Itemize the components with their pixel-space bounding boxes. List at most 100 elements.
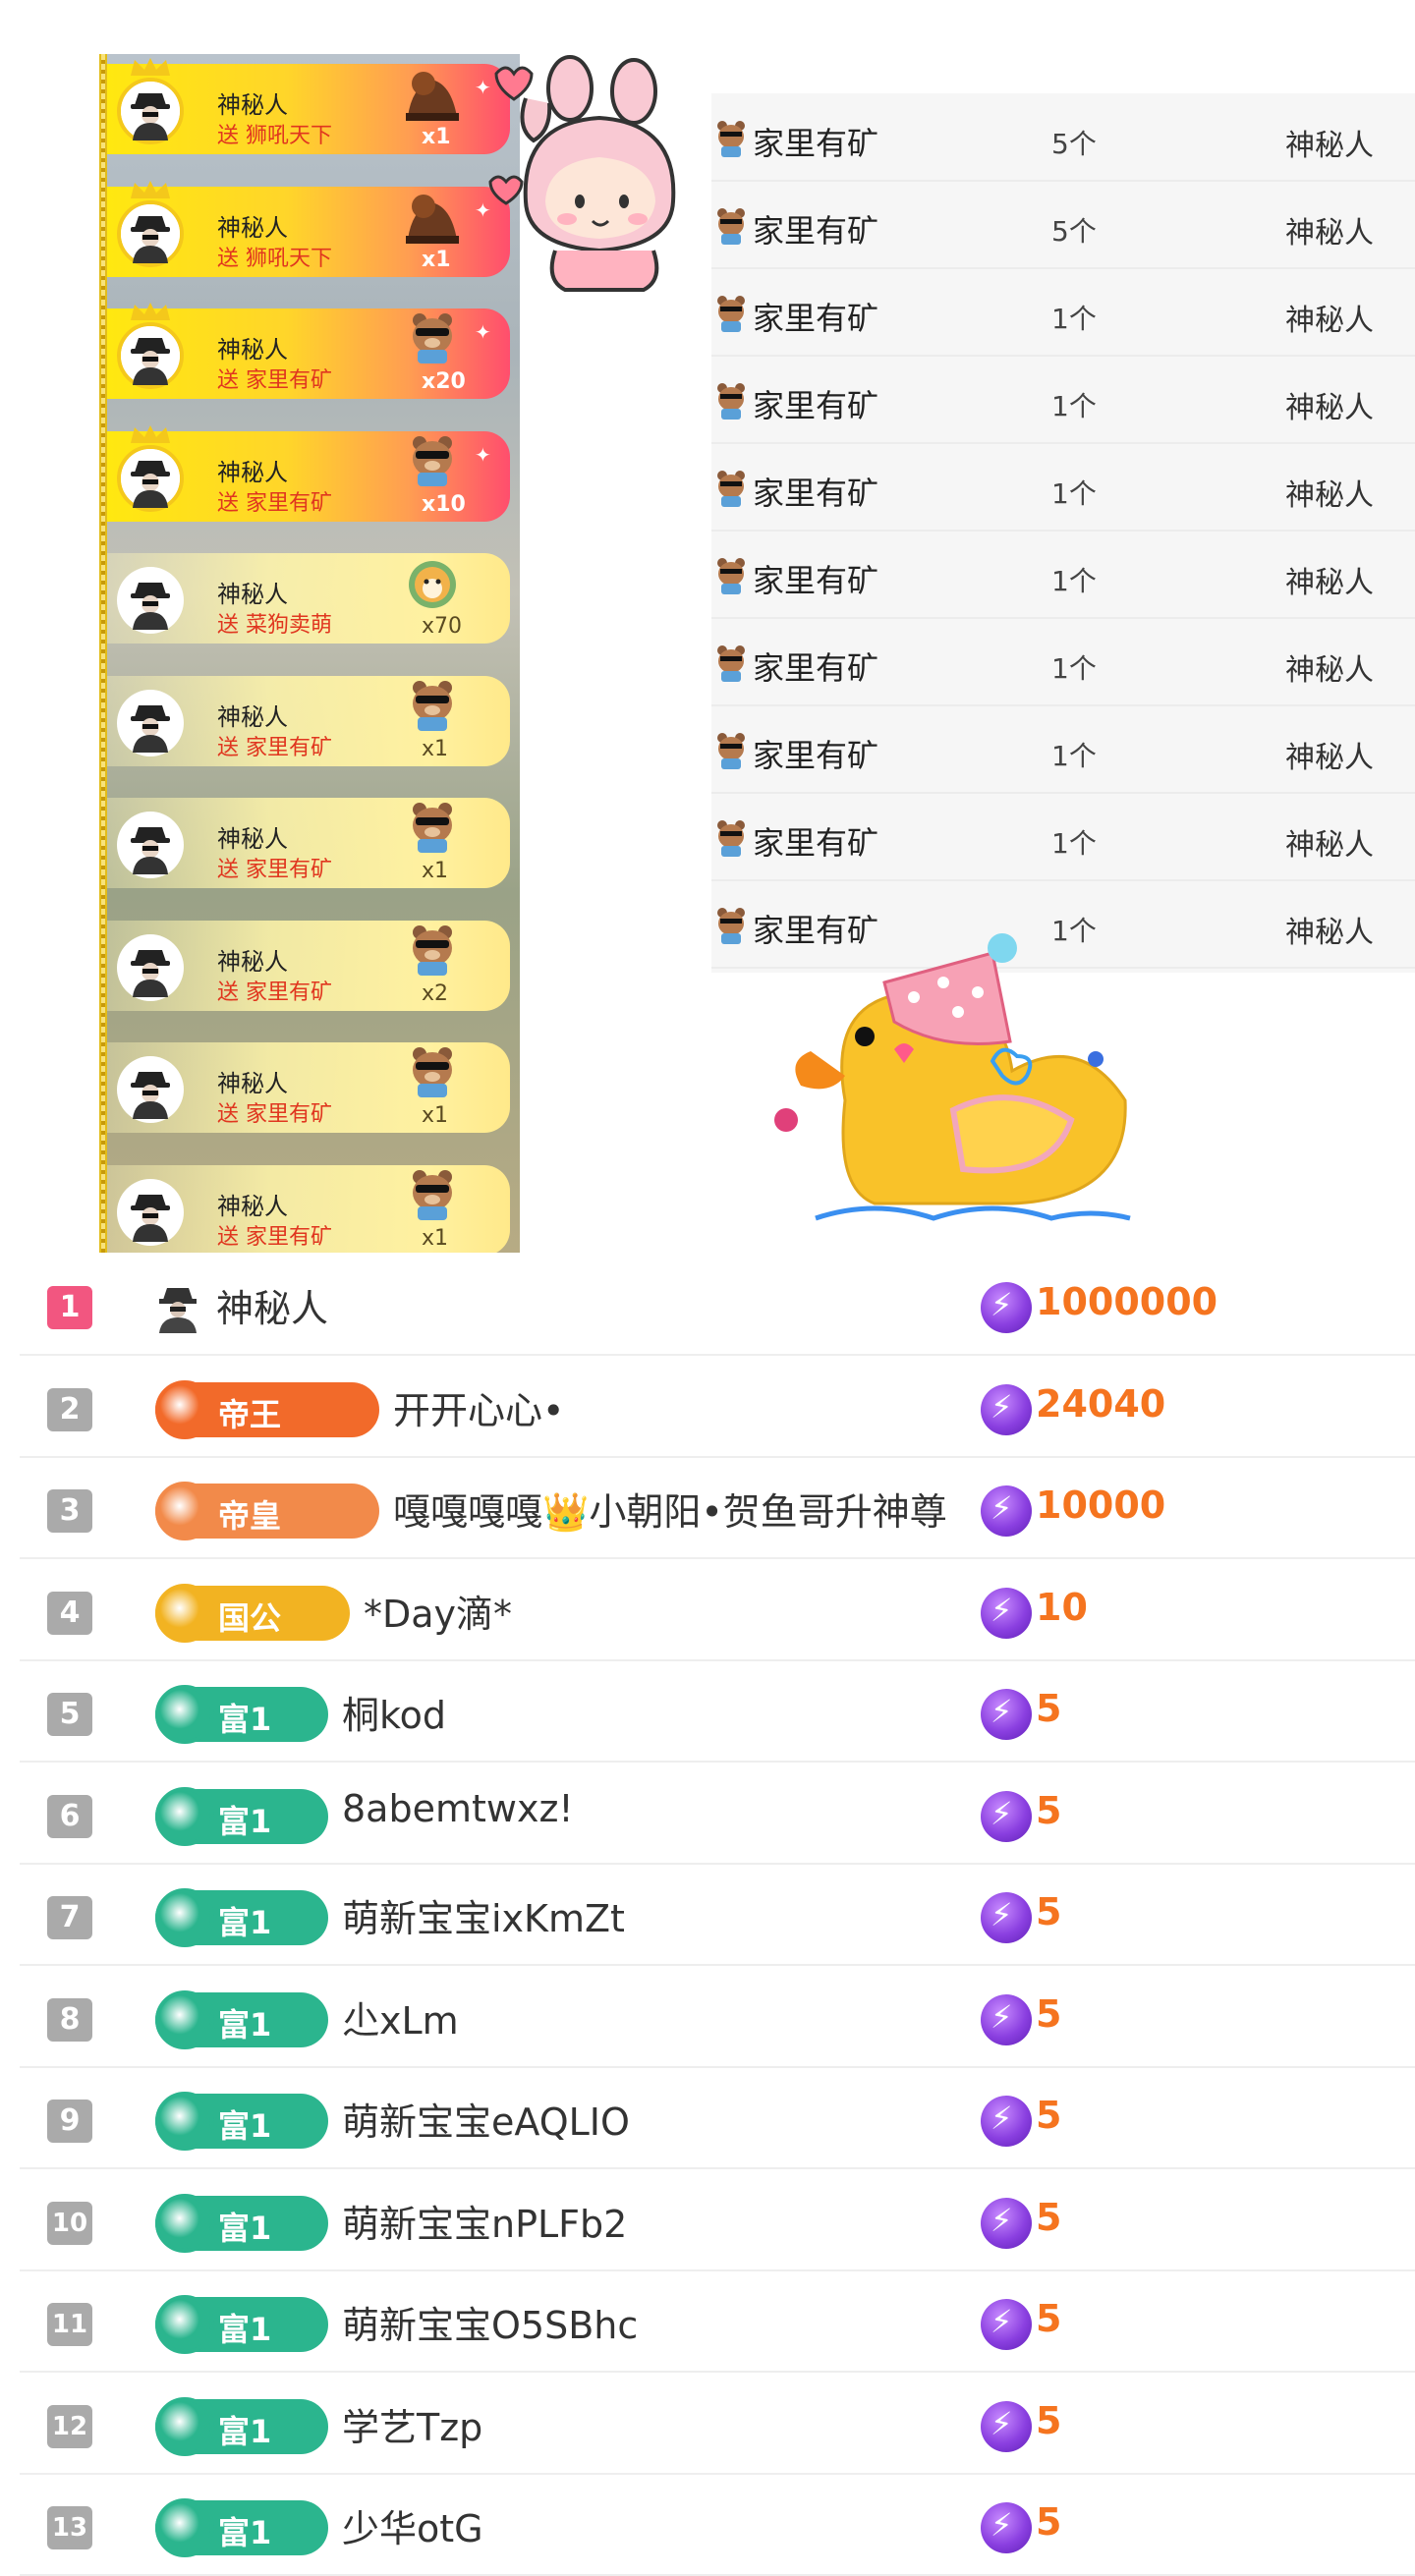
gift-sender-name: 神秘人 xyxy=(217,947,288,976)
gift-icon xyxy=(402,923,463,978)
gift-action-text: 送 菜狗卖萌 xyxy=(217,613,332,638)
ranking-user-name[interactable]: *Day滴* xyxy=(364,1584,512,1638)
badge-label: 富1 xyxy=(218,2412,272,2450)
contribution-value: 5 xyxy=(1036,2398,1062,2442)
ranking-row[interactable]: 11 富1 萌新宝宝O5SBhc 5 xyxy=(20,2269,1415,2373)
sparkle-icon: ✦ xyxy=(475,442,491,467)
gift-action-text: 送 家里有矿 xyxy=(217,735,332,760)
ranking-row[interactable]: 10 富1 萌新宝宝nPLFb2 5 xyxy=(20,2168,1415,2271)
badge-emblem-icon xyxy=(155,1989,214,2049)
badge-label: 富1 xyxy=(218,2209,272,2247)
lightning-coin-icon xyxy=(981,1485,1032,1537)
rank-number: 11 xyxy=(47,2303,92,2346)
contribution-value: 5 xyxy=(1036,1890,1062,1933)
gift-count: x1 xyxy=(422,1225,449,1251)
level-badge: 富1 xyxy=(155,1786,328,1846)
lightning-coin-icon xyxy=(981,1993,1032,2045)
ranking-user-name[interactable]: 尐xLm xyxy=(342,1990,459,2044)
ranking-user-name[interactable]: 8abemtwxz! xyxy=(342,1787,574,1830)
avatar-icon xyxy=(117,78,184,144)
rank-number: 12 xyxy=(47,2404,92,2448)
ranking-user-name[interactable]: 萌新宝宝eAQLIO xyxy=(342,2092,630,2146)
gift-feed-item: 神秘人送 家里有矿 x1 xyxy=(107,1164,510,1253)
level-badge: 帝皇 xyxy=(155,1482,379,1540)
gift-name: 家里有矿 xyxy=(753,824,879,862)
ranking-user-name[interactable]: 少华otG xyxy=(342,2498,483,2552)
ranking-user-name[interactable]: 开开心心• xyxy=(393,1380,564,1434)
lightning-coin-icon xyxy=(981,1587,1032,1639)
bear-gift-icon xyxy=(713,119,749,158)
rank-number: 3 xyxy=(47,1489,92,1533)
gift-name: 家里有矿 xyxy=(753,737,879,774)
gift-sender-name: 神秘人 xyxy=(217,336,288,364)
avatar-icon xyxy=(117,1056,184,1123)
rank-number: 9 xyxy=(47,2100,92,2143)
gift-sender-name: 神秘人 xyxy=(217,581,288,608)
ranking-user-name[interactable]: 桐kod xyxy=(342,1685,446,1739)
badge-emblem-icon xyxy=(155,1888,214,1947)
badge-label: 帝皇 xyxy=(218,1497,282,1535)
ranking-user-name[interactable]: 萌新宝宝O5SBhc xyxy=(342,2295,638,2349)
level-badge: 富1 xyxy=(155,2498,328,2557)
gift-name: 家里有矿 xyxy=(753,387,879,424)
gift-sender-name: 神秘人 xyxy=(217,213,288,242)
gift-quantity: 1个 xyxy=(1051,740,1097,772)
gift-icon xyxy=(402,433,463,488)
ranking-row[interactable]: 5 富1 桐kod 5 xyxy=(20,1659,1415,1763)
ranking-user-name[interactable]: 神秘人 xyxy=(216,1278,328,1332)
ranking-user-name[interactable]: 萌新宝宝nPLFb2 xyxy=(342,2194,627,2248)
badge-emblem-icon xyxy=(155,1685,214,1744)
gift-count: x1 xyxy=(422,736,449,761)
rank-number: 13 xyxy=(47,2506,92,2549)
crown-icon xyxy=(129,424,172,443)
ranking-row[interactable]: 4 国公 *Day滴* 10 xyxy=(20,1558,1415,1661)
gift-sender: 神秘人 xyxy=(1285,129,1374,163)
gift-quantity: 1个 xyxy=(1051,477,1097,510)
lightning-coin-icon xyxy=(981,1383,1032,1435)
ranking-row[interactable]: 1 神秘人 1000000 xyxy=(20,1253,1415,1356)
level-badge: 帝王 xyxy=(155,1379,379,1439)
rank-number: 2 xyxy=(47,1387,92,1431)
ranking-row[interactable]: 3 帝皇 嘎嘎嘎嘎👑小朝阳•贺鱼哥升神尊 10000 xyxy=(20,1456,1415,1559)
contribution-value: 1000000 xyxy=(1036,1280,1218,1323)
ranking-row[interactable]: 9 富1 萌新宝宝eAQLIO 5 xyxy=(20,2066,1415,2169)
gift-sender-name: 神秘人 xyxy=(217,825,288,853)
avatar-icon xyxy=(117,1178,184,1246)
contribution-value: 5 xyxy=(1036,2297,1062,2340)
gift-record-row: 家里有矿 1个 神秘人 xyxy=(711,705,1415,794)
rank-number: 5 xyxy=(47,1693,92,1736)
badge-emblem-icon xyxy=(155,1583,214,1643)
lightning-coin-icon xyxy=(981,1892,1032,1943)
ranking-user-name[interactable]: 萌新宝宝ixKmZt xyxy=(342,1888,625,1942)
gift-record-row: 家里有矿 1个 神秘人 xyxy=(711,531,1415,619)
gift-feed-item: 神秘人送 家里有矿 x2 xyxy=(107,920,510,1011)
gift-record-row: 家里有矿 1个 神秘人 xyxy=(711,443,1415,532)
ranking-row[interactable]: 12 富1 学艺Tzp 5 xyxy=(20,2372,1415,2475)
ranking-user-name[interactable]: 嘎嘎嘎嘎👑小朝阳•贺鱼哥升神尊 xyxy=(393,1482,947,1536)
badge-emblem-icon xyxy=(155,1379,214,1439)
rank-number: 6 xyxy=(47,1794,92,1838)
gift-name: 家里有矿 xyxy=(753,212,879,250)
bear-gift-icon xyxy=(713,294,749,333)
crown-icon xyxy=(129,303,172,320)
gift-quantity: 1个 xyxy=(1051,652,1097,685)
avatar-icon xyxy=(117,933,184,1001)
level-badge: 富1 xyxy=(155,1685,328,1744)
ranking-row[interactable]: 13 富1 少华otG 5 xyxy=(20,2473,1415,2576)
gift-icon xyxy=(402,678,463,733)
bear-gift-icon xyxy=(713,818,749,858)
lightning-coin-icon xyxy=(981,1689,1032,1740)
gift-feed-item: 神秘人送 家里有矿 x20 ✦ xyxy=(107,303,510,399)
gift-feed-item: 神秘人送 狮吼天下 x1 ✦ xyxy=(107,58,510,154)
ranking-row[interactable]: 6 富1 8abemtwxz! 5 xyxy=(20,1762,1415,1865)
gift-action-text: 送 家里有矿 xyxy=(217,490,332,516)
avatar-icon xyxy=(117,322,184,389)
ranking-user-name[interactable]: 学艺Tzp xyxy=(342,2397,482,2451)
bear-gift-icon xyxy=(713,644,749,683)
gift-sender: 神秘人 xyxy=(1285,304,1374,338)
badge-label: 富1 xyxy=(218,2311,272,2348)
ranking-row[interactable]: 7 富1 萌新宝宝ixKmZt 5 xyxy=(20,1863,1415,1966)
ranking-row[interactable]: 8 富1 尐xLm 5 xyxy=(20,1965,1415,2068)
crown-icon xyxy=(129,180,172,198)
ranking-row[interactable]: 2 帝王 开开心心• 24040 xyxy=(20,1355,1415,1458)
